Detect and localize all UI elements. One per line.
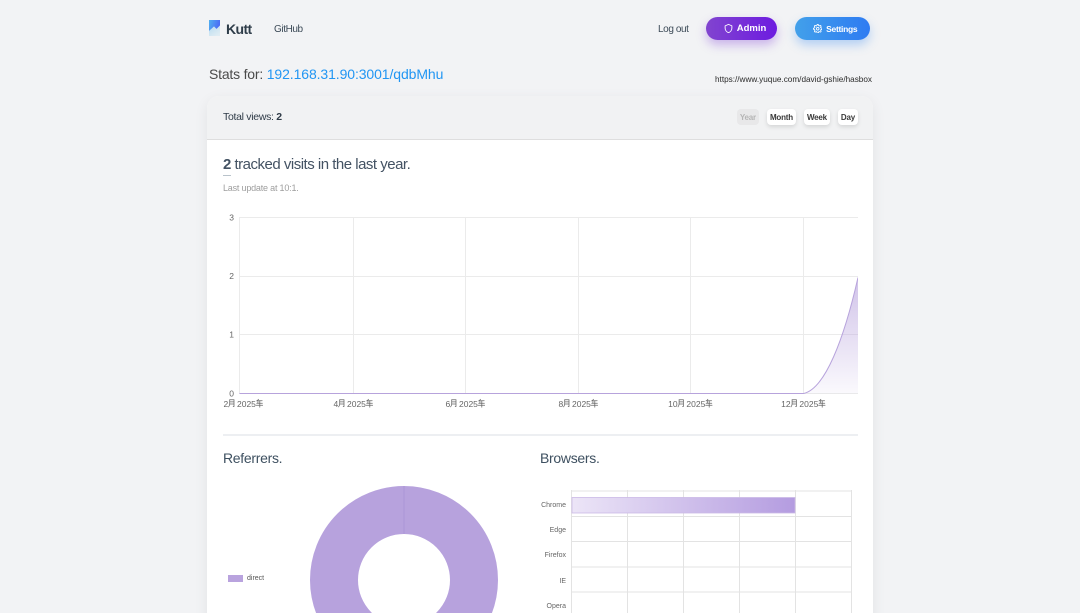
svg-text:Edge: Edge	[550, 527, 566, 534]
svg-text:2025: 2025	[459, 399, 478, 409]
svg-text:IE: IE	[559, 578, 566, 585]
svg-text:Chrome: Chrome	[541, 502, 566, 509]
svg-text:2025: 2025	[686, 399, 705, 409]
svg-text:Opera: Opera	[547, 603, 567, 610]
svg-text:3: 3	[229, 213, 234, 223]
svg-text:8: 8	[559, 399, 564, 409]
svg-text:2025: 2025	[572, 399, 591, 409]
svg-text:6: 6	[446, 399, 451, 409]
svg-text:2025: 2025	[237, 399, 256, 409]
svg-text:Firefox: Firefox	[545, 552, 567, 559]
svg-text:2025: 2025	[799, 399, 818, 409]
svg-text:12: 12	[781, 399, 791, 409]
svg-text:0: 0	[229, 389, 234, 399]
svg-text:2025: 2025	[347, 399, 366, 409]
svg-text:4: 4	[334, 399, 339, 409]
svg-text:2: 2	[224, 399, 229, 409]
svg-text:2: 2	[229, 271, 234, 281]
svg-text:1: 1	[229, 330, 234, 340]
svg-text:10: 10	[668, 399, 678, 409]
